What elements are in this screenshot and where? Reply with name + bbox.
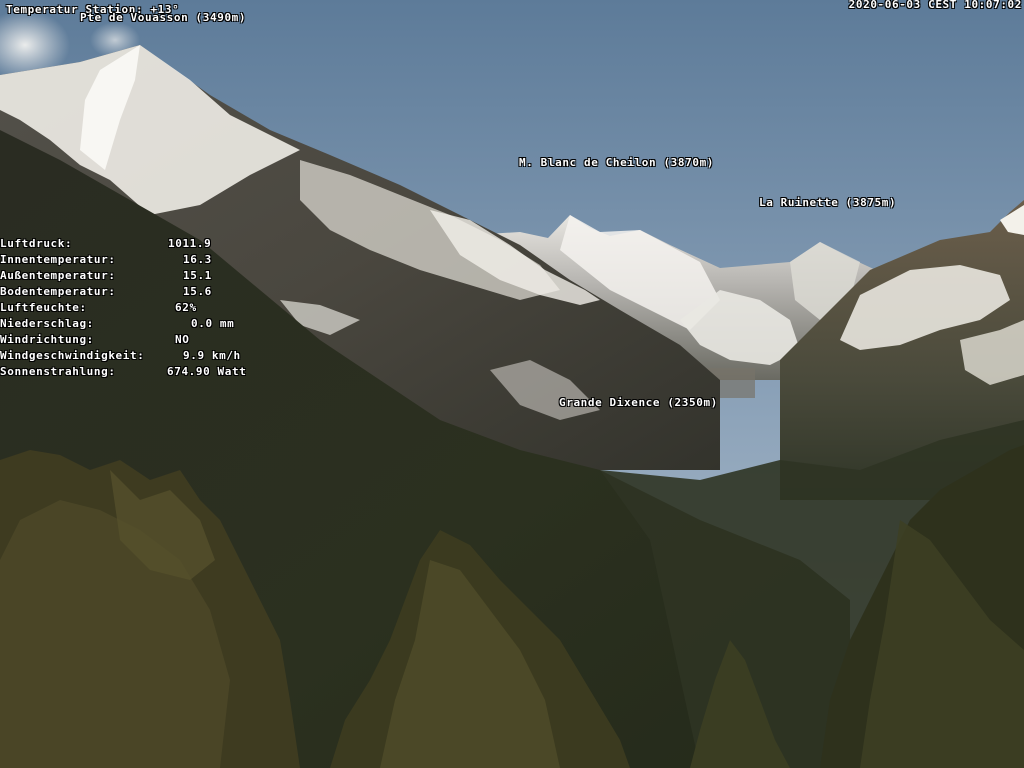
weather-row-outdoor-temp: Außentemperatur: 15.1	[0, 268, 270, 284]
weather-row-wind-speed: Windgeschwindigkeit: 9.9 km/h	[0, 348, 270, 364]
weather-label: Luftdruck:	[0, 237, 73, 250]
weather-value: 674.90 Watt	[167, 365, 247, 378]
weather-label: Innentemperatur:	[0, 253, 116, 266]
weather-row-indoor-temp: Innentemperatur: 16.3	[0, 252, 270, 268]
weather-value: 15.6	[183, 285, 212, 298]
timestamp: 2020-06-03 CEST 10:07:02	[848, 0, 1022, 11]
weather-label: Windgeschwindigkeit:	[0, 349, 145, 362]
weather-row-precipitation: Niederschlag: 0.0 mm	[0, 316, 270, 332]
webcam-image: Temperatur Station: +13° Pte de Vouasson…	[0, 0, 1024, 768]
weather-label: Niederschlag:	[0, 317, 94, 330]
weather-value: 62%	[175, 301, 197, 314]
weather-row-humidity: Luftfeuchte: 62%	[0, 300, 270, 316]
peak-label-cheilon: M. Blanc de Cheilon (3870m)	[519, 156, 715, 169]
weather-label: Windrichtung:	[0, 333, 94, 346]
weather-row-wind-direction: Windrichtung: NO	[0, 332, 270, 348]
weather-value: 15.1	[183, 269, 212, 282]
weather-label: Bodentemperatur:	[0, 285, 116, 298]
weather-label: Außentemperatur:	[0, 269, 116, 282]
weather-row-ground-temp: Bodentemperatur: 15.6	[0, 284, 270, 300]
mountain-landscape-photo	[0, 0, 1024, 768]
peak-label-dixence: Grande Dixence (2350m)	[559, 396, 718, 409]
weather-value: 0.0 mm	[191, 317, 235, 330]
peak-label-vouasson: Pte de Vouasson (3490m)	[80, 11, 247, 24]
weather-value: NO	[175, 333, 190, 346]
weather-label: Sonnenstrahlung:	[0, 365, 116, 378]
weather-row-pressure: Luftdruck: 1011.9	[0, 236, 270, 252]
weather-row-solar-radiation: Sonnenstrahlung: 674.90 Watt	[0, 364, 270, 380]
weather-value: 16.3	[183, 253, 212, 266]
weather-label: Luftfeuchte:	[0, 301, 87, 314]
weather-value: 1011.9	[168, 237, 212, 250]
weather-value: 9.9 km/h	[183, 349, 241, 362]
peak-label-ruinette: La Ruinette (3875m)	[759, 196, 897, 209]
